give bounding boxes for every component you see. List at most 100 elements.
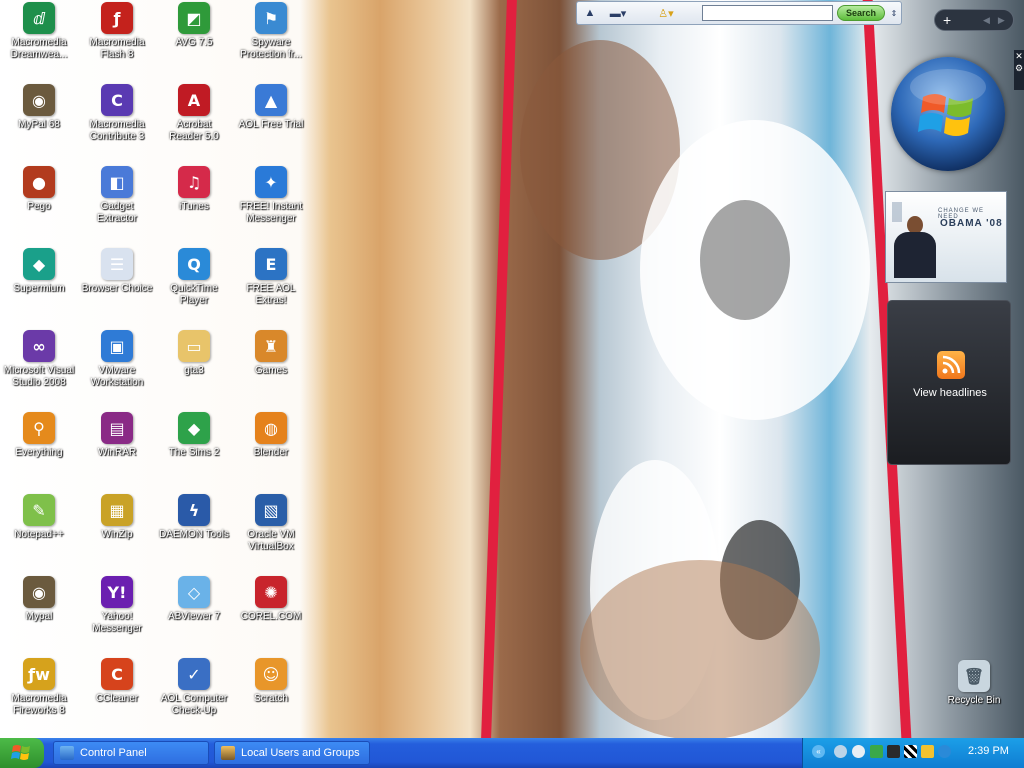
app-icon: ☰ xyxy=(101,248,133,280)
app-icon: ∞ xyxy=(23,330,55,362)
desktop-icon[interactable]: ◉ Mypal xyxy=(0,576,79,623)
desktop-icon[interactable]: Y! Yahoo! Messenger xyxy=(77,576,157,635)
desktop-icon[interactable]: ✦ FREE! Instant Messenger xyxy=(231,166,311,225)
desktop-icon[interactable]: ∞ Microsoft Visual Studio 2008 xyxy=(0,330,79,389)
view-headlines-link[interactable]: View headlines xyxy=(888,387,1012,399)
add-gadget-button[interactable]: + xyxy=(943,12,957,28)
desktop-icon[interactable]: ▭ gta3 xyxy=(154,330,234,377)
desktop-icon-label: Pego xyxy=(27,201,51,212)
desktop-icon[interactable]: ◉ MyPal 68 xyxy=(0,84,79,131)
desktop-icon[interactable]: ◆ The Sims 2 xyxy=(154,412,234,459)
obama-slideshow-gadget[interactable]: CHANGE WE NEED OBAMA '08 xyxy=(885,191,1007,283)
desktop-icon-label: Macromedia Dreamwea... xyxy=(10,37,68,60)
desktop-icon[interactable]: ☰ Browser Choice xyxy=(77,248,157,295)
windows-flag-icon xyxy=(910,69,986,136)
desktop-icon[interactable]: ◇ ABViewer 7 xyxy=(154,576,234,623)
desktop-icon[interactable]: ▧ Oracle VM VirtualBox xyxy=(231,494,311,553)
capitol-image xyxy=(892,202,902,222)
app-icon: ⚲ xyxy=(23,412,55,444)
desktop-icon[interactable]: ◍ Blender xyxy=(231,412,311,459)
desktop-icon[interactable]: Q QuickTime Player xyxy=(154,248,234,307)
desktop-icon-label: ABViewer 7 xyxy=(167,611,221,622)
app-icon: ◉ xyxy=(23,84,55,116)
toolbar-scroll-icon[interactable]: ⇕ xyxy=(889,5,899,21)
desktop-icon-label: Gadget Extractor xyxy=(96,201,137,224)
toolbar-person-icon[interactable]: ♙▾ xyxy=(655,5,677,21)
desktop-icon-label: COREL.COM xyxy=(240,611,302,622)
desktop-icon-label: MyPal 68 xyxy=(18,119,60,130)
desktop-icon-label: FREE AOL Extras! xyxy=(246,283,296,306)
app-icon: ϟ xyxy=(178,494,210,526)
taskbar-clock[interactable]: 2:39 PM xyxy=(968,745,1009,757)
desktop-icon-label: Blender xyxy=(253,447,289,458)
desktop-icon[interactable]: ✺ COREL.COM xyxy=(231,576,311,623)
tray-shield-icon[interactable] xyxy=(870,745,883,758)
feed-headlines-gadget[interactable]: View headlines xyxy=(887,300,1011,465)
desktop-icon[interactable]: ◩ AVG 7.5 xyxy=(154,2,234,49)
app-icon: ▤ xyxy=(101,412,133,444)
desktop-icon[interactable]: ☺ Scratch xyxy=(231,658,311,705)
desktop-icon[interactable]: ▤ WinRAR xyxy=(77,412,157,459)
search-input[interactable] xyxy=(702,5,833,21)
users-icon xyxy=(221,746,235,760)
desktop-icon-label: Macromedia Fireworks 8 xyxy=(11,693,67,716)
desktop-icon-label: iTunes xyxy=(179,201,209,212)
toolbar-home-icon[interactable]: ▲ xyxy=(579,5,601,21)
desktop-icon[interactable]: ✎ Notepad++ xyxy=(0,494,79,541)
sidebar-close-icon[interactable]: ✕ ⚙ xyxy=(1014,50,1024,90)
start-button[interactable] xyxy=(0,738,44,768)
desktop-icon-label: VMware Workstation xyxy=(90,365,144,388)
app-icon: ♜ xyxy=(255,330,287,362)
app-icon: ✦ xyxy=(255,166,287,198)
tray-network-icon[interactable] xyxy=(834,745,847,758)
windows-flag-icon xyxy=(11,745,30,760)
obama-title: OBAMA '08 xyxy=(940,218,1003,229)
desktop-icon[interactable]: ƒ Macromedia Flash 8 xyxy=(77,2,157,61)
app-icon: ⅆ xyxy=(23,2,55,34)
previous-arrow-icon[interactable]: ◀ xyxy=(983,15,990,26)
desktop-icon[interactable]: ✓ AOL Computer Check-Up xyxy=(154,658,234,717)
tray-display-icon[interactable] xyxy=(887,745,900,758)
desktop-icon-label: CCleaner xyxy=(95,693,139,704)
desktop-icon[interactable]: C Macromedia Contribute 3 xyxy=(77,84,157,143)
next-arrow-icon[interactable]: ▶ xyxy=(998,15,1005,26)
search-button[interactable]: Search xyxy=(837,5,885,21)
desktop-icon-label: Spyware Protection fr... xyxy=(240,37,302,60)
app-icon: ƒw xyxy=(23,658,55,690)
desktop-icon-label: Acrobat Reader 5.0 xyxy=(169,119,219,142)
desktop-icon[interactable]: ⚑ Spyware Protection fr... xyxy=(231,2,311,61)
desktop-icon[interactable]: ▲ AOL Free Trial xyxy=(231,84,311,131)
desktop-icon-label: AOL Free Trial xyxy=(238,119,304,130)
desktop-icon[interactable]: A Acrobat Reader 5.0 xyxy=(154,84,234,143)
app-icon: ▲ xyxy=(255,84,287,116)
recycle-bin-icon[interactable]: 🗑 Recycle Bin xyxy=(934,660,1014,707)
desktop-icon[interactable]: ϟ DAEMON Tools xyxy=(154,494,234,541)
desktop-icon[interactable]: ▦ WinZip xyxy=(77,494,157,541)
tray-checker-icon[interactable] xyxy=(904,745,917,758)
app-icon: ◉ xyxy=(23,576,55,608)
app-icon: Q xyxy=(178,248,210,280)
desktop-icon[interactable]: ◆ Supermium xyxy=(0,248,79,295)
taskbar-button-control-panel[interactable]: Control Panel xyxy=(53,741,209,765)
desktop-icon-label: Yahoo! Messenger xyxy=(92,611,142,634)
desktop-icon[interactable]: ♫ iTunes xyxy=(154,166,234,213)
app-icon: ▭ xyxy=(178,330,210,362)
tray-expand-icon[interactable]: « xyxy=(812,745,825,758)
desktop-icon[interactable]: ⅆ Macromedia Dreamwea... xyxy=(0,2,79,61)
desktop-icon[interactable]: ▣ VMware Workstation xyxy=(77,330,157,389)
desktop-icon[interactable]: ƒw Macromedia Fireworks 8 xyxy=(0,658,79,717)
tray-star-icon[interactable] xyxy=(921,745,934,758)
app-icon: ◆ xyxy=(23,248,55,280)
desktop-icon[interactable]: ● Pego xyxy=(0,166,79,213)
tray-update-icon[interactable] xyxy=(938,745,951,758)
desktop-icon[interactable]: ♜ Games xyxy=(231,330,311,377)
desktop-icon-label: Games xyxy=(254,365,288,376)
desktop-icon[interactable]: C CCleaner xyxy=(77,658,157,705)
taskbar-button-local-users[interactable]: Local Users and Groups xyxy=(214,741,370,765)
desktop-icon[interactable]: E FREE AOL Extras! xyxy=(231,248,311,307)
app-icon: ▣ xyxy=(101,330,133,362)
desktop-icon[interactable]: ◧ Gadget Extractor xyxy=(77,166,157,225)
tray-volume-icon[interactable] xyxy=(852,745,865,758)
toolbar-tools-icon[interactable]: ▬▾ xyxy=(605,5,631,21)
desktop-icon[interactable]: ⚲ Everything xyxy=(0,412,79,459)
